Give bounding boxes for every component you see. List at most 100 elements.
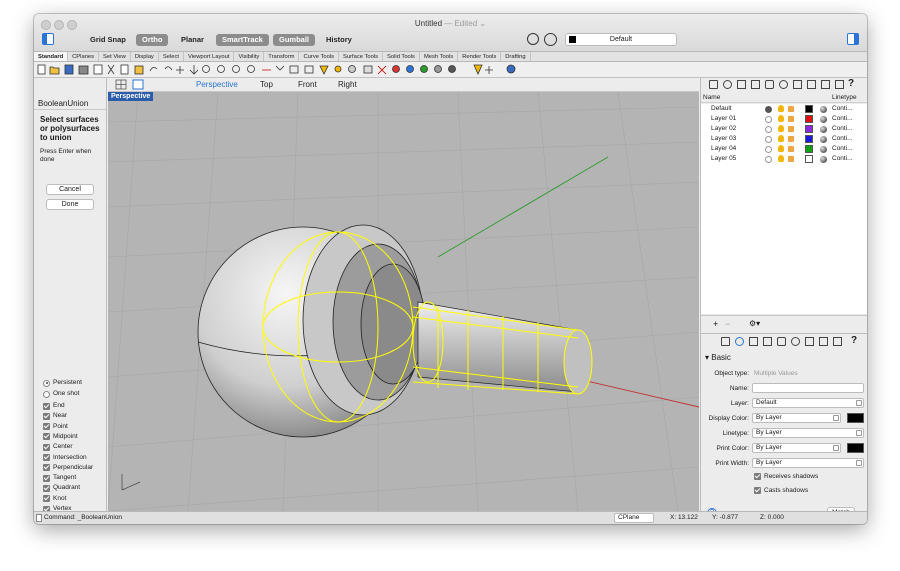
smarttrack-toggle[interactable]: SmartTrack bbox=[216, 34, 269, 46]
tab-surface-tools[interactable]: Surface Tools bbox=[339, 52, 384, 61]
osnap-perpendicular-checkbox[interactable]: Perpendicular bbox=[43, 463, 93, 473]
linetype-dropdown[interactable]: By Layer bbox=[752, 428, 864, 438]
current-layer-radio[interactable] bbox=[765, 115, 772, 123]
osnap-tangent-checkbox[interactable]: Tangent bbox=[43, 473, 76, 483]
remove-layer-icon[interactable]: − bbox=[725, 319, 730, 329]
properties-icon[interactable] bbox=[735, 337, 744, 346]
layer-linetype[interactable]: Conti... bbox=[832, 134, 853, 144]
casts-shadows-checkbox[interactable]: Casts shadows bbox=[754, 487, 808, 494]
lock-icon[interactable] bbox=[788, 116, 794, 122]
current-layer-radio[interactable] bbox=[765, 145, 772, 153]
grid-snap-toggle[interactable]: Grid Snap bbox=[90, 34, 126, 46]
viewport-scene[interactable] bbox=[108, 92, 699, 511]
document-icon[interactable] bbox=[819, 337, 828, 346]
layer-dropdown[interactable]: Default bbox=[752, 398, 864, 408]
help-icon[interactable]: ? bbox=[848, 78, 854, 89]
camera-icon[interactable] bbox=[765, 80, 774, 89]
layer-row[interactable]: Layer 01 Conti... bbox=[701, 114, 867, 124]
layer-row[interactable]: Layer 02 Conti... bbox=[701, 124, 867, 134]
layers-icon[interactable] bbox=[709, 80, 718, 89]
tab-top[interactable]: Top bbox=[260, 79, 273, 91]
cancel-button[interactable]: Cancel bbox=[46, 184, 94, 195]
print-color-swatch[interactable] bbox=[847, 443, 864, 453]
layer-linetype[interactable]: Conti... bbox=[832, 154, 853, 164]
tab-perspective[interactable]: Perspective bbox=[196, 79, 238, 91]
object-icon[interactable] bbox=[763, 337, 772, 346]
material-icon[interactable] bbox=[820, 125, 827, 133]
lock-icon[interactable] bbox=[788, 136, 794, 142]
material-icon[interactable] bbox=[820, 105, 827, 113]
osnap-one-shot-radio[interactable]: One shot bbox=[43, 389, 79, 399]
notes-icon[interactable] bbox=[805, 337, 814, 346]
camera-icon[interactable] bbox=[777, 337, 786, 346]
layer-color-swatch[interactable] bbox=[805, 135, 813, 143]
osnap-midpoint-checkbox[interactable]: Midpoint bbox=[43, 432, 78, 442]
lightbulb-icon[interactable] bbox=[778, 145, 784, 152]
osnap-quadrant-checkbox[interactable]: Quadrant bbox=[43, 483, 80, 493]
layer-row[interactable]: Default Conti... bbox=[701, 104, 867, 114]
materials-icon[interactable] bbox=[779, 80, 788, 89]
osnap-knot-checkbox[interactable]: Knot bbox=[43, 494, 66, 504]
print-width-dropdown[interactable]: By Layer bbox=[752, 458, 864, 468]
osnap-end-checkbox[interactable]: End bbox=[43, 401, 65, 411]
display-icon[interactable] bbox=[835, 80, 844, 89]
lightbulb-icon[interactable] bbox=[778, 155, 784, 162]
tab-display[interactable]: Display bbox=[131, 52, 159, 61]
gear-icon[interactable]: ⚙▾ bbox=[749, 319, 760, 328]
layer-color-swatch[interactable] bbox=[805, 105, 813, 113]
lock-icon[interactable] bbox=[788, 126, 794, 132]
named-views-icon[interactable] bbox=[833, 337, 842, 346]
current-layer-radio[interactable] bbox=[765, 125, 772, 133]
name-field[interactable] bbox=[752, 383, 864, 393]
layer-linetype[interactable]: Conti... bbox=[832, 114, 853, 124]
osnap-near-checkbox[interactable]: Near bbox=[43, 411, 67, 421]
cplane-dropdown[interactable]: CPlane bbox=[614, 513, 654, 523]
tab-curve-tools[interactable]: Curve Tools bbox=[299, 52, 339, 61]
layer-color-swatch[interactable] bbox=[805, 155, 813, 163]
tab-solid-tools[interactable]: Solid Tools bbox=[383, 52, 420, 61]
layer-row[interactable]: Layer 05 Conti... bbox=[701, 154, 867, 164]
material-icon[interactable] bbox=[820, 135, 827, 143]
lightbulb-icon[interactable] bbox=[778, 115, 784, 122]
lightbulb-icon[interactable] bbox=[778, 125, 784, 132]
receives-shadows-checkbox[interactable]: Receives shadows bbox=[754, 473, 818, 480]
lightbulb-icon[interactable] bbox=[778, 135, 784, 142]
osnap-center-checkbox[interactable]: Center bbox=[43, 442, 73, 452]
command-line[interactable]: Command: _BooleanUnion bbox=[44, 514, 122, 521]
current-layer-radio[interactable] bbox=[765, 155, 772, 163]
viewport-title[interactable]: Perspective bbox=[108, 92, 154, 101]
layer-color-swatch[interactable] bbox=[805, 115, 813, 123]
gumball-toggle[interactable]: Gumball bbox=[273, 34, 316, 46]
tab-transform[interactable]: Transform bbox=[264, 52, 300, 61]
display-color-swatch[interactable] bbox=[847, 413, 864, 423]
done-button[interactable]: Done bbox=[46, 199, 94, 210]
tab-viewport-layout[interactable]: Viewport Layout bbox=[184, 52, 235, 61]
lock-icon[interactable] bbox=[788, 156, 794, 162]
layers-icon[interactable] bbox=[721, 337, 730, 346]
left-sidebar-toggle-icon[interactable] bbox=[42, 33, 54, 45]
perspective-viewport[interactable]: Perspective bbox=[108, 92, 699, 511]
layer-color-swatch[interactable] bbox=[805, 125, 813, 133]
tab-cplanes[interactable]: CPlanes bbox=[68, 52, 100, 61]
layer-row[interactable]: Layer 04 Conti... bbox=[701, 144, 867, 154]
planar-toggle[interactable]: Planar bbox=[181, 34, 204, 46]
material-icon[interactable] bbox=[820, 145, 827, 153]
add-layer-icon[interactable]: + bbox=[713, 319, 718, 329]
tab-standard[interactable]: Standard bbox=[34, 52, 69, 61]
object-icon[interactable] bbox=[751, 80, 760, 89]
material-icon[interactable] bbox=[820, 115, 827, 123]
document-icon[interactable] bbox=[807, 80, 816, 89]
osnap-point-checkbox[interactable]: Point bbox=[43, 422, 68, 432]
layer-color-swatch[interactable] bbox=[805, 145, 813, 153]
properties-icon[interactable] bbox=[723, 80, 732, 89]
current-layer-radio[interactable] bbox=[765, 105, 772, 113]
material-icon[interactable] bbox=[820, 155, 827, 163]
osnap-persistent-radio[interactable]: Persistent bbox=[43, 378, 82, 388]
current-layer-dropdown[interactable]: Default bbox=[565, 33, 677, 46]
tab-front[interactable]: Front bbox=[298, 79, 317, 91]
right-sidebar-toggle-icon[interactable] bbox=[847, 33, 859, 45]
tab-mesh-tools[interactable]: Mesh Tools bbox=[420, 52, 459, 61]
display-mode-icon[interactable] bbox=[737, 80, 746, 89]
osnap-intersection-checkbox[interactable]: Intersection bbox=[43, 453, 87, 463]
basic-section-header[interactable]: ▾ Basic bbox=[705, 353, 731, 362]
